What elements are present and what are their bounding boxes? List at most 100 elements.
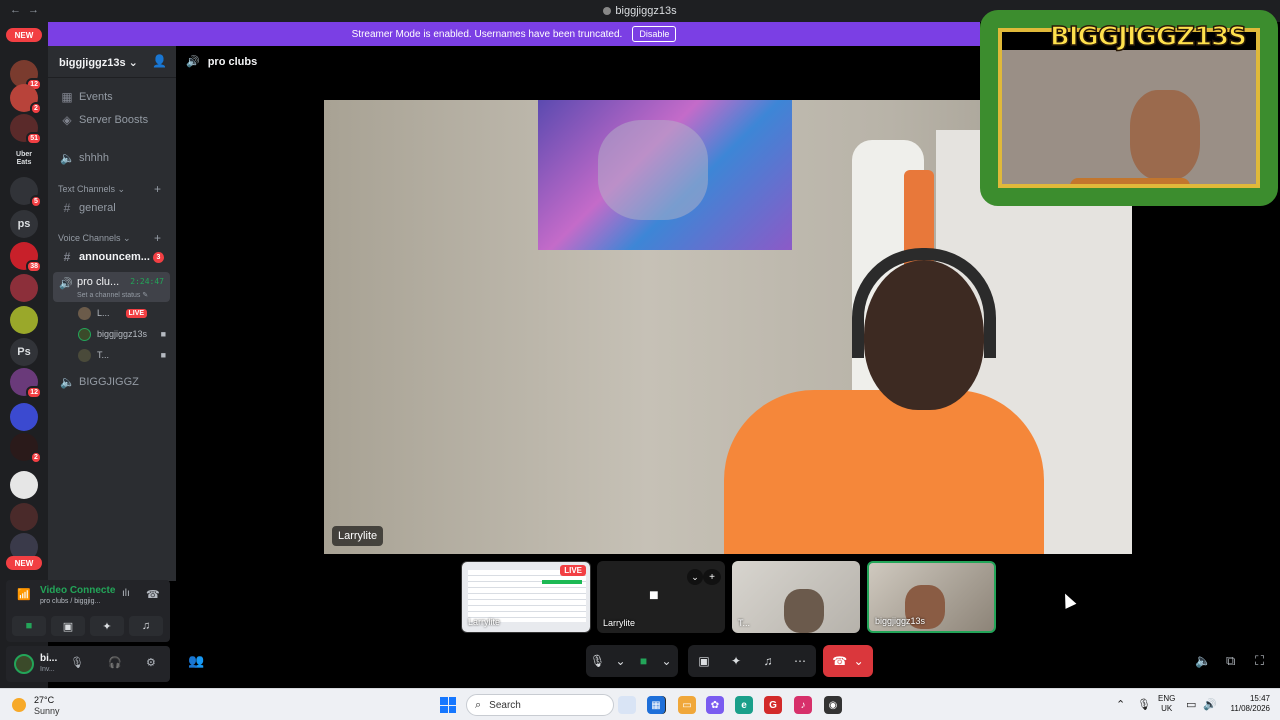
disconnect-button[interactable]: ☎ ⌄ — [823, 645, 873, 677]
voice-location[interactable]: pro clubs / biggjig... — [40, 598, 100, 605]
app-icon[interactable]: ◉ — [824, 696, 842, 714]
taskbar: 27°C Sunny ⌕Search ▤ ▬ ▦ ▭ ✿ e G ♪ ◉ ⌃ 🎙… — [0, 688, 1280, 720]
server-icon[interactable]: 51 — [10, 114, 42, 145]
new-unreads-pill-bottom[interactable]: NEW — [6, 556, 42, 570]
channel-general[interactable]: # general — [54, 198, 170, 218]
channel-status[interactable]: Set a channel status ✎ — [77, 291, 148, 299]
channel-sidebar: biggjiggz13s ⌄ 👤 ▦ Events ◈ Server Boosts … — [48, 46, 176, 581]
gear-icon[interactable]: ⚙ — [146, 656, 156, 669]
add-channel-icon[interactable]: + — [154, 182, 161, 196]
chevron-down-icon[interactable]: ⌄ — [687, 569, 703, 585]
edge-icon[interactable]: e — [735, 696, 753, 714]
store-icon[interactable]: ▦ — [647, 696, 665, 714]
server-icon[interactable] — [10, 403, 38, 431]
windows-start-icon[interactable] — [440, 697, 456, 713]
thumbnail-camera-off[interactable]: ■ ⌄ + Larrylite — [597, 561, 725, 633]
clock[interactable]: 15:47 11/08/2026 — [1222, 694, 1270, 714]
new-unreads-pill[interactable]: NEW — [6, 28, 42, 42]
add-member-icon[interactable]: 👤 — [152, 54, 167, 68]
disconnect-icon[interactable]: ☎ — [146, 588, 160, 601]
avatar — [78, 327, 91, 341]
call-timer: 2:24:47 — [130, 277, 164, 286]
thumbnail-self[interactable]: biggjiggz13s — [867, 561, 996, 633]
microphone-icon[interactable]: 🎙 — [70, 656, 84, 669]
server-icon[interactable]: 5 — [10, 177, 42, 208]
server-icon[interactable]: 38 — [10, 242, 42, 273]
camera-icon[interactable]: ■ — [635, 650, 652, 672]
music-icon[interactable]: ♪ — [794, 696, 812, 714]
camera-button[interactable]: ■ — [12, 616, 46, 636]
screen-share-icon[interactable]: ▣ — [693, 650, 715, 672]
chevron-down-icon[interactable]: ⌄ — [658, 650, 675, 672]
voice-channel-header: 🔊 pro clubs — [186, 56, 258, 68]
mention-badge: 2 — [30, 102, 42, 115]
activities-icon[interactable]: ✦ — [725, 650, 747, 672]
sidebar-item-boosts[interactable]: ◈ Server Boosts — [54, 110, 170, 130]
camera-icon: ■ — [649, 587, 659, 604]
taskbar-search[interactable]: ⌕ Search — [466, 694, 614, 716]
category-voice-channels[interactable]: Voice Channels ⌄ + — [58, 231, 161, 245]
screen-share-button[interactable]: ▣ — [51, 616, 85, 636]
signal-icon[interactable]: 📶 — [17, 588, 31, 601]
avatar[interactable] — [14, 654, 34, 674]
soundboard-button[interactable]: ♫ — [129, 616, 163, 636]
username: bi... — [40, 653, 58, 664]
volume-icon[interactable]: 🔈 — [1195, 653, 1211, 669]
channel-announcements[interactable]: # announcem... 3 — [54, 247, 170, 267]
person-shirt — [724, 390, 1044, 554]
microphone-icon[interactable]: 🎙 — [1137, 698, 1151, 711]
server-name[interactable]: biggjiggz13s ⌄ — [59, 56, 138, 69]
channel-pro-clubs[interactable]: 🔊 pro clu... 2:24:47 Set a channel statu… — [53, 272, 170, 302]
channel-biggjiggz[interactable]: 🔈 BIGGJIGGZ — [54, 372, 170, 392]
sidebar-item-events[interactable]: ▦ Events — [54, 87, 170, 107]
network-icon[interactable]: ▭ — [1186, 698, 1196, 711]
volume-icon[interactable]: 🔊 — [1203, 698, 1217, 711]
voice-member[interactable]: T... ■ — [78, 347, 170, 363]
noise-suppression-icon[interactable]: ılı — [122, 588, 130, 599]
call-actions: ▣ ✦ ♫ ⋯ — [688, 645, 816, 677]
live-badge: LIVE — [560, 565, 586, 576]
category-text-channels[interactable]: Text Channels ⌄ + — [58, 182, 161, 196]
avatar — [78, 306, 91, 320]
microphone-icon[interactable]: 🎙 — [589, 650, 606, 672]
voice-member[interactable]: biggjiggz13s ■ — [78, 326, 170, 342]
server-icon[interactable]: Ps — [10, 338, 38, 366]
add-person-icon[interactable]: + — [703, 569, 721, 585]
sun-icon — [12, 698, 26, 712]
chevron-down-icon[interactable]: ⌄ — [854, 654, 864, 668]
gt7-icon[interactable]: G — [764, 696, 782, 714]
server-icon[interactable] — [10, 503, 38, 531]
server-icon[interactable] — [10, 306, 38, 334]
mention-badge: 2 — [30, 451, 42, 464]
server-header[interactable]: biggjiggz13s ⌄ 👤 — [48, 46, 176, 78]
headphones-icon[interactable]: 🎧 — [108, 656, 122, 669]
disable-button[interactable]: Disable — [632, 26, 677, 42]
server-icon[interactable]: Uber Eats — [10, 145, 38, 173]
language-indicator[interactable]: ENG UK — [1158, 694, 1175, 714]
server-icon[interactable]: ps — [10, 210, 38, 238]
calendar-icon: ▦ — [61, 90, 73, 104]
hash-icon: # — [63, 201, 71, 215]
speaker-icon: 🔊 — [59, 278, 73, 290]
invite-icon[interactable]: 👥 — [188, 653, 204, 669]
fullscreen-icon[interactable]: ⛶ — [1255, 653, 1264, 669]
chevron-down-icon[interactable]: ⌄ — [612, 650, 629, 672]
chevron-up-icon[interactable]: ⌃ — [1116, 698, 1125, 711]
server-icon[interactable] — [10, 274, 38, 302]
thumbnail-video[interactable]: T... — [732, 561, 860, 633]
voice-member[interactable]: L... LIVE — [78, 305, 170, 321]
copilot-icon[interactable]: ✿ — [706, 696, 724, 714]
pop-out-icon[interactable]: ⧉ — [1226, 653, 1235, 669]
folder-icon[interactable]: ▭ — [678, 696, 696, 714]
soundboard-icon[interactable]: ♫ — [757, 650, 779, 672]
server-icon[interactable]: 12 — [10, 368, 42, 399]
add-voice-channel-icon[interactable]: + — [154, 231, 161, 245]
activities-button[interactable]: ✦ — [90, 616, 124, 636]
more-icon[interactable]: ⋯ — [789, 650, 811, 672]
taskview-icon[interactable] — [618, 696, 636, 714]
server-icon[interactable]: 2 — [10, 84, 42, 115]
server-icon[interactable] — [10, 471, 38, 499]
thumbnail-stream[interactable]: LIVE Larrylite — [461, 561, 591, 633]
channel-shhhh[interactable]: 🔈 shhhh — [54, 148, 170, 168]
server-icon[interactable]: 2 — [10, 433, 42, 464]
